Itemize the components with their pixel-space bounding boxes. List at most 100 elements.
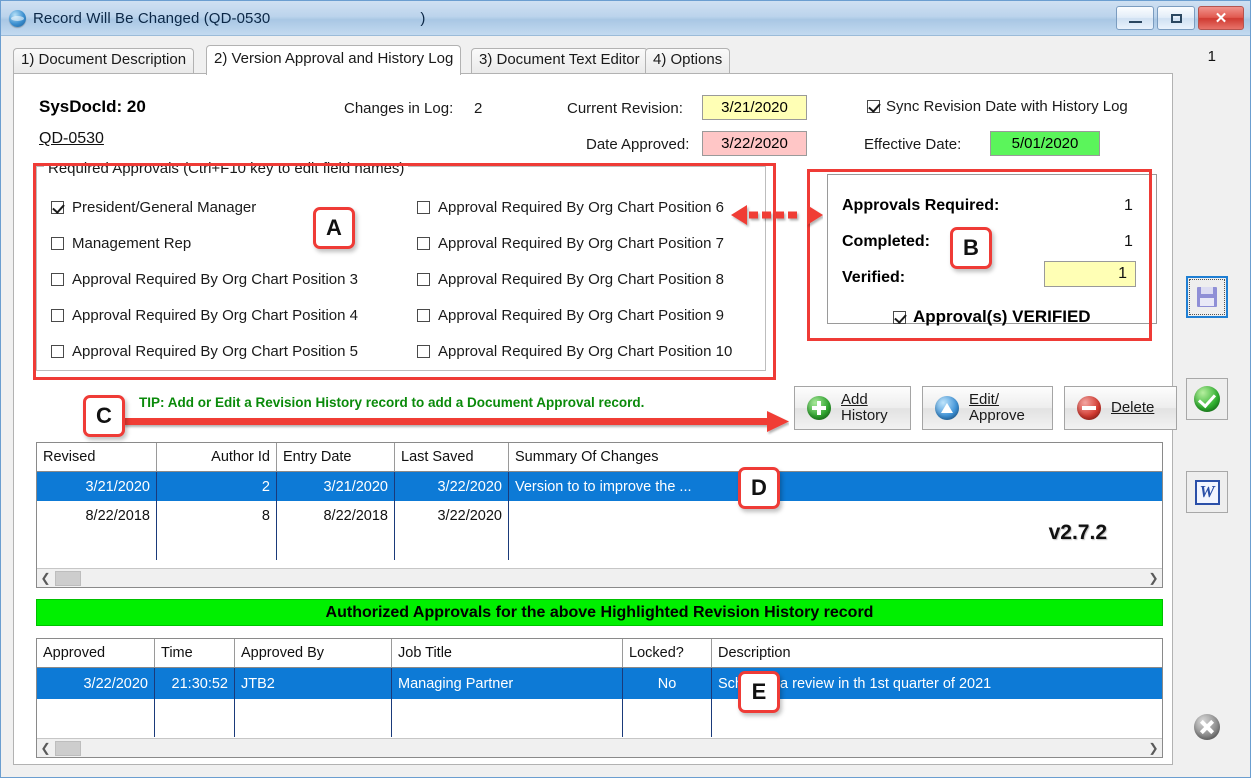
tab-document-text-editor[interactable]: 3) Document Text Editor [471,48,648,74]
scroll-left-arrow-icon[interactable]: ❮ [37,571,54,585]
approvals-verified-label: Approval(s) VERIFIED [913,307,1091,327]
delete-button[interactable]: Delete [1064,386,1177,430]
table-row-empty[interactable] [37,530,1162,560]
approval-checkbox-8[interactable]: Approval Required By Org Chart Position … [417,261,732,297]
changes-in-log-value: 2 [474,100,482,117]
checkbox-icon [417,273,430,286]
triangle-circle-icon [935,396,959,420]
approval-label: Approval Required By Org Chart Position … [72,307,358,324]
export-word-button[interactable]: W [1186,471,1228,513]
horizontal-scrollbar[interactable]: ❮ ❯ [37,568,1162,587]
approval-checkbox-2[interactable]: Management Rep [51,225,358,261]
annotation-arrow-dotted [731,199,823,231]
minimize-icon [1129,21,1142,23]
scroll-left-arrow-icon[interactable]: ❮ [37,741,54,755]
approval-label: Approval Required By Org Chart Position … [72,343,358,360]
table-row[interactable]: 3/21/2020 2 3/21/2020 3/22/2020 Version … [37,472,1162,501]
col-revised[interactable]: Revised [37,443,157,471]
col-description[interactable]: Description [712,639,1164,667]
required-approvals-left-column: President/General Manager Management Rep… [51,189,358,369]
effective-date-field[interactable]: 5/01/2020 [990,131,1100,156]
approval-checkbox-9[interactable]: Approval Required By Org Chart Position … [417,297,732,333]
horizontal-scrollbar[interactable]: ❮ ❯ [37,738,1162,757]
approval-checkbox-6[interactable]: Approval Required By Org Chart Position … [417,189,732,225]
cell-summary: Version to to improve the ... [509,472,1164,501]
annotation-badge-c: C [83,395,125,437]
approval-checkbox-7[interactable]: Approval Required By Org Chart Position … [417,225,732,261]
table-row[interactable]: 3/22/2020 21:30:52 JTB2 Managing Partner… [37,668,1162,699]
approval-checkbox-10[interactable]: Approval Required By Org Chart Position … [417,333,732,369]
checkbox-icon [417,345,430,358]
table-row[interactable]: 8/22/2018 8 8/22/2018 3/22/2020 [37,501,1162,530]
approval-checkbox-3[interactable]: Approval Required By Org Chart Position … [51,261,358,297]
col-last-saved[interactable]: Last Saved [395,443,509,471]
maximize-button[interactable] [1157,6,1195,30]
save-button[interactable] [1186,276,1228,318]
approval-label: Approval Required By Org Chart Position … [438,307,724,324]
cell-job-title: Managing Partner [392,668,623,699]
cancel-button[interactable] [1186,706,1228,748]
annotation-arrow-solid [123,409,789,435]
scroll-right-arrow-icon[interactable]: ❯ [1145,571,1162,585]
checkbox-icon [417,201,430,214]
verified-label: Verified: [842,269,905,287]
tab-options[interactable]: 4) Options [645,48,730,74]
edit-approve-label-line1: Edit/ [969,391,999,408]
col-approved[interactable]: Approved [37,639,155,667]
table-row-empty[interactable] [37,699,1162,737]
authorized-approvals-grid[interactable]: Approved Time Approved By Job Title Lock… [36,638,1163,758]
cell-time: 21:30:52 [155,668,235,699]
completed-value: 1 [1124,233,1133,251]
col-author-id[interactable]: Author Id [157,443,277,471]
tab-document-description[interactable]: 1) Document Description [13,48,194,74]
cell-approved-by: JTB2 [235,668,392,699]
scroll-right-arrow-icon[interactable]: ❯ [1145,741,1162,755]
window-title-tail: ) [420,10,425,27]
sysdocid-label: SysDocId [39,97,116,116]
scrollbar-thumb[interactable] [55,571,81,586]
checkbox-icon [417,309,430,322]
col-time[interactable]: Time [155,639,235,667]
cell-author-id: 8 [157,501,277,530]
current-revision-field[interactable]: 3/21/2020 [702,95,807,120]
approvals-required-value: 1 [1124,197,1133,215]
cell-locked: No [623,668,712,699]
col-summary-of-changes[interactable]: Summary Of Changes [509,443,1164,471]
verified-field[interactable]: 1 [1044,261,1136,287]
edit-approve-button[interactable]: Edit/Approve [922,386,1053,430]
sysdocid-value: : 20 [116,97,145,116]
completed-label: Completed: [842,233,930,251]
approval-checkbox-1[interactable]: President/General Manager [51,189,358,225]
effective-date-label: Effective Date: [864,136,961,153]
approvals-header: Approved Time Approved By Job Title Lock… [37,639,1162,668]
date-approved-field[interactable]: 3/22/2020 [702,131,807,156]
add-history-button[interactable]: AddHistory [794,386,911,430]
scrollbar-thumb[interactable] [55,741,81,756]
approval-checkbox-4[interactable]: Approval Required By Org Chart Position … [51,297,358,333]
approvals-verified-checkbox[interactable]: Approval(s) VERIFIED [893,307,1091,327]
annotation-badge-d: D [738,467,780,509]
approval-checkbox-5[interactable]: Approval Required By Org Chart Position … [51,333,358,369]
sync-revision-date-checkbox[interactable]: Sync Revision Date with History Log [867,98,1128,115]
maximize-icon [1171,14,1182,23]
revision-history-grid[interactable]: Revised Author Id Entry Date Last Saved … [36,442,1163,588]
minimize-button[interactable] [1116,6,1154,30]
document-number-link[interactable]: QD-0530 [39,130,104,148]
window-title-main: Record Will Be Changed (QD-0530 [33,10,270,27]
approval-label: Approval Required By Org Chart Position … [438,235,724,252]
window-title: Record Will Be Changed (QD-0530) [33,10,425,27]
approval-label: Approval Required By Org Chart Position … [438,199,724,216]
col-job-title[interactable]: Job Title [392,639,623,667]
approval-label: Approval Required By Org Chart Position … [438,343,732,360]
tip-text: TIP: Add or Edit a Revision History reco… [139,395,644,410]
changes-in-log-label: Changes in Log: [344,100,453,117]
col-approved-by[interactable]: Approved By [235,639,392,667]
close-button[interactable]: ✕ [1198,6,1244,30]
col-locked[interactable]: Locked? [623,639,712,667]
required-approvals-legend: Required Approvals (Ctrl+F10 key to edit… [44,160,408,177]
tab-version-approval-and-history-log[interactable]: 2) Version Approval and History Log [206,45,461,75]
checkbox-icon [867,100,880,113]
cell-revised: 3/21/2020 [37,472,157,501]
confirm-button[interactable] [1186,378,1228,420]
col-entry-date[interactable]: Entry Date [277,443,395,471]
